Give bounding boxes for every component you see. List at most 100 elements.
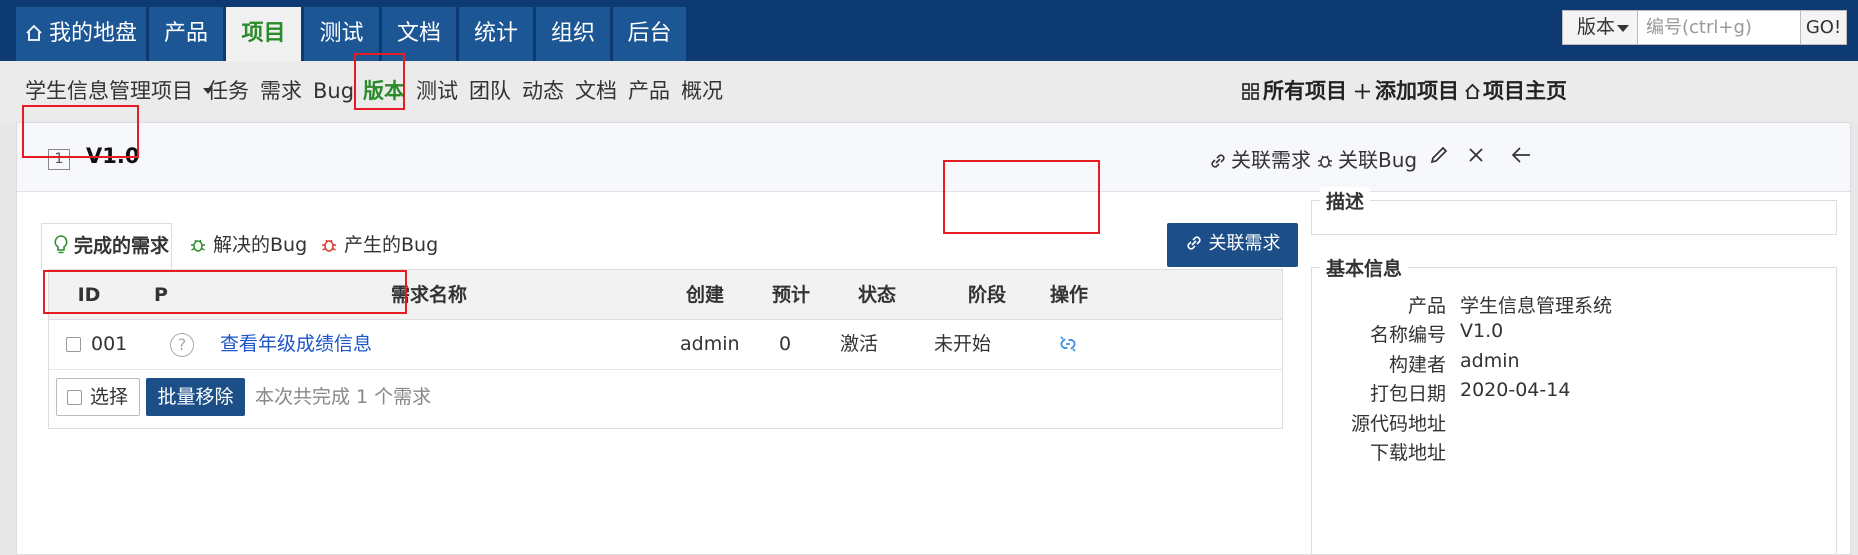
tab-finished-stories[interactable]: 完成的需求 (41, 223, 172, 270)
nav-tab-label: 产品 (163, 21, 208, 46)
col-estimate[interactable]: 预计 (755, 270, 827, 320)
row-creator: admin (680, 333, 740, 355)
nav-tab-admin[interactable]: 后台 (613, 7, 686, 61)
nav-tab-label: 组织 (550, 21, 595, 46)
highlight-box (22, 105, 139, 158)
link-icon (1211, 154, 1225, 168)
tab-label: 完成的需求 (74, 235, 170, 257)
subnav-item-bug[interactable]: Bug (313, 61, 354, 122)
subnav-item-overview[interactable]: 概况 (681, 61, 723, 122)
subnav-item-doc[interactable]: 文档 (575, 61, 617, 122)
bug-icon (191, 239, 205, 252)
tab-label: 产生的Bug (344, 234, 439, 256)
close-icon[interactable] (1466, 145, 1486, 165)
select-all-label: 选择 (90, 386, 129, 408)
row-id: 001 (91, 333, 128, 355)
nav-tab-project[interactable]: 项目 (226, 7, 301, 61)
grid-icon (1242, 83, 1259, 100)
row-estimate: 0 (778, 333, 792, 355)
row-status: 激活 (840, 333, 879, 355)
nav-tab-my[interactable]: 我的地盘 (16, 7, 146, 61)
header-link-bug[interactable]: 关联Bug (1316, 144, 1417, 173)
link-story-button-label: 关联需求 (1208, 233, 1281, 254)
nav-tab-product[interactable]: 产品 (149, 7, 223, 61)
subnav-item-product[interactable]: 产品 (628, 61, 670, 122)
subnav-item-test[interactable]: 测试 (416, 61, 458, 122)
tab-resolved-bugs[interactable]: 解决的Bug (189, 223, 307, 270)
field-value: V1.0 (1460, 320, 1504, 342)
nav-tab-label: 后台 (627, 21, 672, 46)
nav-tab-stats[interactable]: 统计 (459, 7, 533, 61)
field-label: 源代码地址 (1350, 413, 1446, 435)
select-all-button[interactable]: 选择 (56, 378, 140, 416)
field-label: 构建者 (1388, 354, 1446, 376)
field-value: admin (1460, 350, 1520, 372)
subnav-item-story[interactable]: 需求 (260, 61, 302, 122)
project-home-label: 项目主页 (1483, 79, 1567, 103)
home-icon (1465, 83, 1480, 99)
field-label: 名称编号 (1369, 324, 1446, 346)
subnav-item-task[interactable]: 任务 (207, 61, 249, 122)
batch-remove-button[interactable]: 批量移除 (146, 378, 245, 416)
build-header: 1 V1.0 关联需求 关联Bug (17, 123, 1850, 192)
field-value: 学生信息管理系统 (1460, 295, 1613, 317)
nav-tab-label: 统计 (473, 21, 518, 46)
global-search: 版本 编号(ctrl+g) GO! (1562, 10, 1847, 45)
project-home-link[interactable]: 项目主页 (1464, 61, 1567, 122)
back-icon[interactable] (1510, 145, 1532, 165)
table-row: 001 ? 查看年级成绩信息 admin 0 激活 未开始 (49, 320, 1282, 370)
subnav-item-team[interactable]: 团队 (469, 61, 511, 122)
subnav-item-dynamic[interactable]: 动态 (522, 61, 564, 122)
all-projects-link[interactable]: 所有项目 (1242, 61, 1347, 122)
description-fieldset: 描述 (1311, 187, 1837, 235)
highlight-box (43, 270, 407, 314)
description-title: 描述 (1320, 187, 1371, 214)
bug-icon (322, 239, 336, 252)
field-value: 2020-04-14 (1460, 379, 1571, 401)
select-all-checkbox[interactable] (67, 390, 82, 405)
header-link-bug-label: 关联Bug (1338, 148, 1418, 172)
unlink-icon[interactable] (1056, 332, 1080, 356)
build-panel: 1 V1.0 关联需求 关联Bug 完成的需求 解决的Bug 产生的Bug 关联… (16, 122, 1851, 555)
link-story-button[interactable]: 关联需求 (1167, 223, 1298, 267)
story-name-link[interactable]: 查看年级成绩信息 (220, 320, 372, 369)
col-creator[interactable]: 创建 (655, 270, 755, 320)
highlight-box (943, 160, 1100, 234)
nav-tab-label: 文档 (396, 21, 441, 46)
nav-tab-label: 我的地盘 (48, 21, 137, 46)
bug-icon (1318, 155, 1332, 168)
top-navbar: 我的地盘 产品 项目 测试 文档 统计 组织 后台 版本 编号(ctrl+g) … (0, 0, 1858, 61)
highlight-box (354, 53, 405, 110)
edit-icon[interactable] (1429, 145, 1449, 165)
search-type-select[interactable]: 版本 (1562, 10, 1638, 45)
project-name: 学生信息管理项目 (25, 79, 193, 103)
basic-info-title: 基本信息 (1320, 254, 1409, 281)
nav-tab-label: 测试 (319, 21, 364, 46)
search-input[interactable]: 编号(ctrl+g) (1638, 10, 1801, 45)
all-projects-label: 所有项目 (1263, 79, 1347, 103)
row-checkbox[interactable] (66, 337, 81, 352)
table-summary: 本次共完成 1 个需求 (255, 386, 432, 408)
tab-generated-bugs[interactable]: 产生的Bug (320, 223, 438, 270)
field-label: 下载地址 (1369, 442, 1446, 464)
basic-info-fieldset: 基本信息 产品 学生信息管理系统 名称编号 V1.0 构建者 admin 打包日… (1311, 254, 1837, 555)
field-label: 产品 (1407, 295, 1446, 317)
add-project-link[interactable]: 添加项目 (1354, 61, 1459, 122)
sub-navbar: 学生信息管理项目 任务 需求 Bug 版本 测试 团队 动态 文档 产品 概况 … (0, 61, 1858, 122)
add-project-label: 添加项目 (1375, 79, 1459, 103)
lightbulb-icon (54, 235, 68, 254)
plus-icon (1355, 84, 1370, 99)
header-link-story[interactable]: 关联需求 (1209, 144, 1311, 173)
table-footer: 选择 批量移除 本次共完成 1 个需求 (49, 370, 1282, 428)
priority-icon: ? (170, 333, 194, 357)
link-icon (1186, 236, 1201, 250)
nav-tab-org[interactable]: 组织 (536, 7, 610, 61)
nav-tab-label: 项目 (241, 21, 286, 46)
col-actions: 操作 (1049, 284, 1088, 306)
row-stage: 未开始 (934, 333, 992, 355)
search-type-label: 版本 (1577, 16, 1616, 38)
field-label: 打包日期 (1369, 383, 1446, 405)
tab-label: 解决的Bug (213, 234, 308, 256)
search-go-button[interactable]: GO! (1801, 10, 1847, 45)
col-status[interactable]: 状态 (827, 270, 927, 320)
